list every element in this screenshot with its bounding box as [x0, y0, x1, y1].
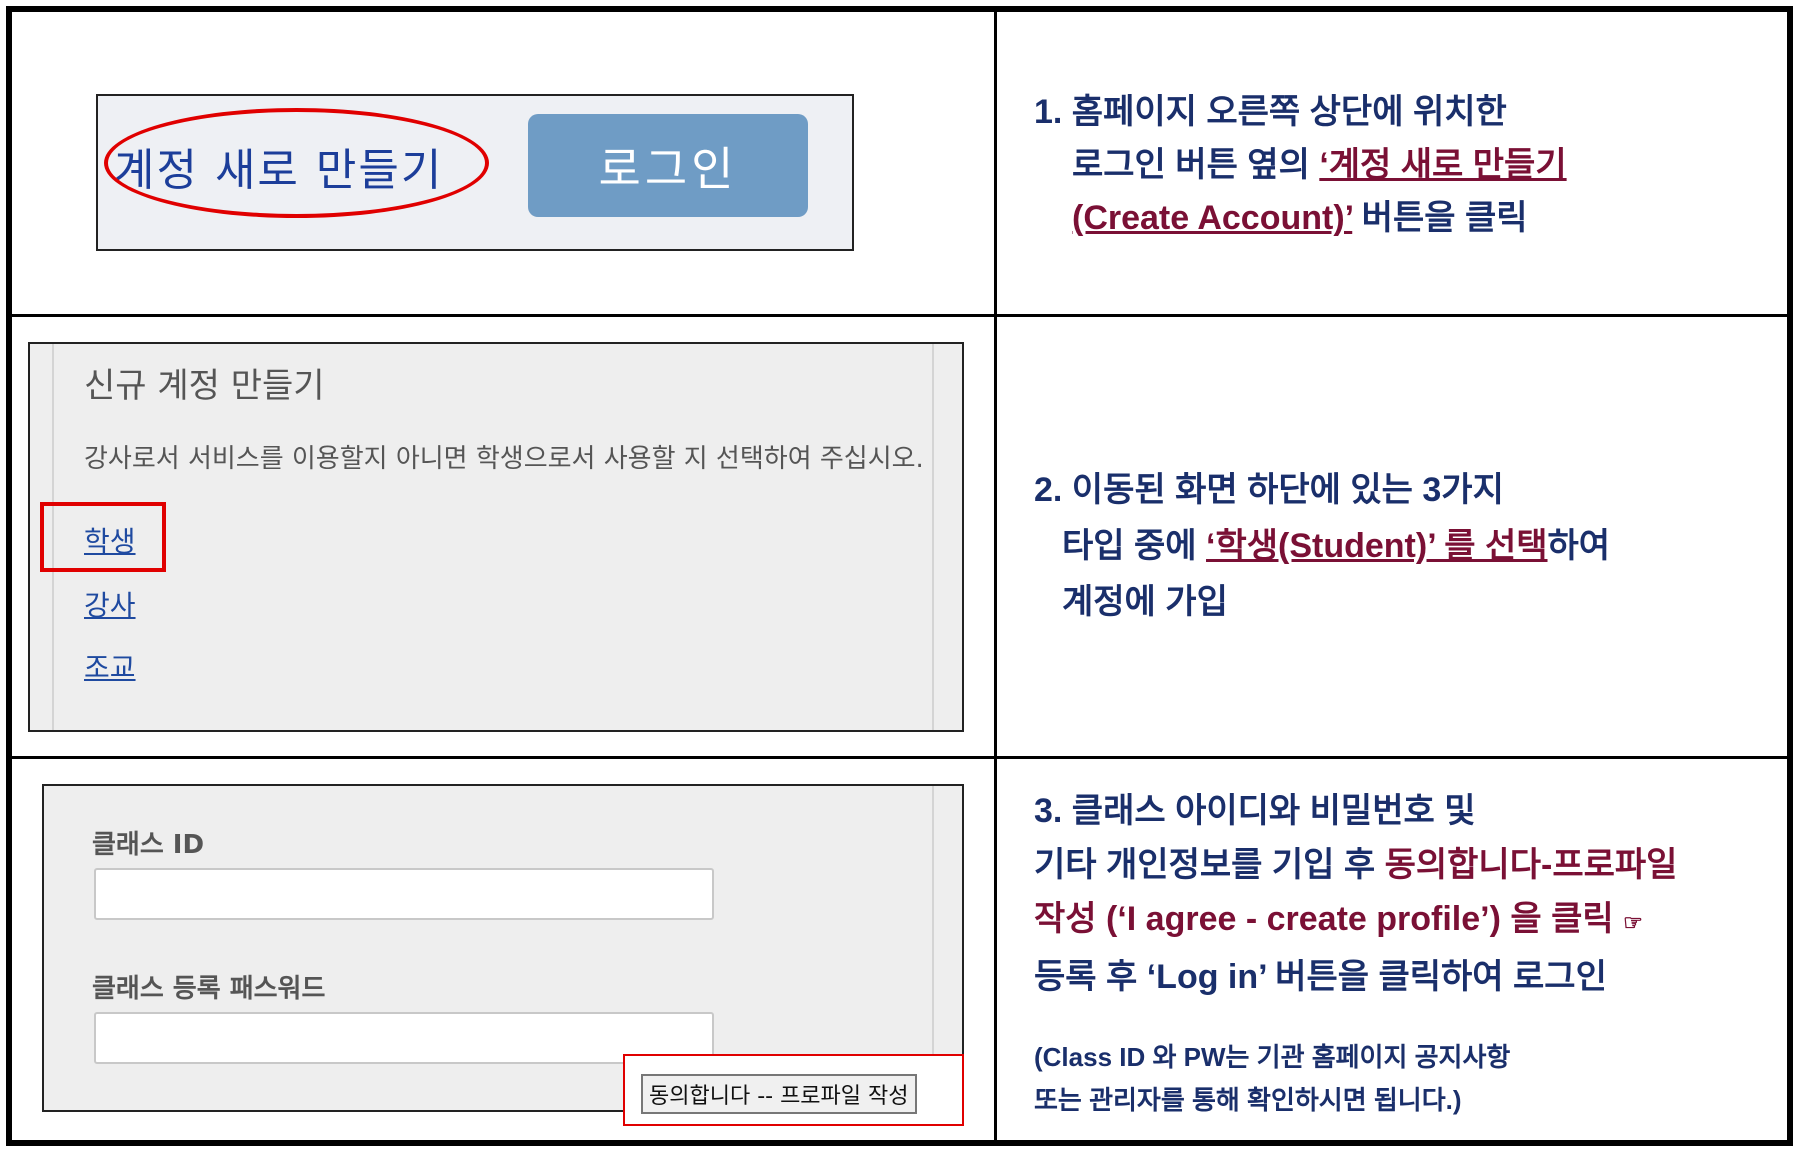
step2-line2-text-b: 하여 — [1547, 527, 1611, 565]
step1-line3-highlight: (Create Account)’ — [1072, 199, 1353, 237]
step3-note1: (Class ID 와 PW는 기관 홈페이지 공지사항 — [1034, 1042, 1511, 1072]
step1-line2: 로그인 버튼 옆의 ‘계정 새로 만들기 — [1034, 139, 1567, 192]
role-link-instructor[interactable]: 강사 — [84, 584, 136, 624]
login-button[interactable]: 로그인 — [528, 114, 808, 217]
step2-line2-text-a: 타입 중에 — [1062, 527, 1207, 565]
step1-line2-text: 로그인 버튼 옆의 — [1072, 146, 1320, 184]
role-description: 강사로서 서비스를 이용할지 아니면 학생으로서 사용할 지 선택하여 주십시오… — [84, 444, 924, 474]
step2-line2: 타입 중에 ‘학생(Student)’ 를 선택하여 — [1034, 518, 1610, 574]
pointing-hand-icon: ☞ — [1623, 910, 1643, 935]
row-divider-1 — [6, 314, 1793, 317]
step1-line2-highlight: ‘계정 새로 만들기 — [1319, 146, 1567, 184]
role-link-assistant[interactable]: 조교 — [84, 646, 136, 686]
class-id-input[interactable] — [94, 868, 714, 920]
step3-instruction: 3. 클래스 아이디와 비밀번호 및 기타 개인정보를 기입 후 동의합니다-프… — [1034, 784, 1677, 1120]
class-password-input[interactable] — [94, 1012, 714, 1064]
highlight-ellipse — [104, 108, 489, 218]
step3-line2-text: 기타 개인정보를 기입 후 — [1034, 846, 1385, 884]
class-password-label: 클래스 등록 패스워드 — [92, 974, 326, 1004]
role-selection-screenshot: 신규 계정 만들기 강사로서 서비스를 이용할지 아니면 학생으로서 사용할 지… — [28, 342, 964, 732]
step3-line3-highlight: 작성 (‘I agree - create profile’) 을 클릭 — [1034, 900, 1614, 938]
header-screenshot: 계정 새로 만들기 로그인 — [96, 94, 854, 251]
panel-right-border — [932, 344, 934, 730]
step2-line2-highlight: ‘학생(Student)’ 를 선택 — [1206, 527, 1548, 565]
class-id-label: 클래스 ID — [92, 830, 205, 860]
step2-line1: 2. 이동된 화면 하단에 있는 3가지 — [1034, 471, 1504, 509]
agree-highlight-box: 동의합니다 -- 프로파일 작성 — [623, 1054, 964, 1126]
agree-create-profile-button[interactable]: 동의합니다 -- 프로파일 작성 — [641, 1074, 917, 1114]
student-highlight-box — [40, 502, 166, 572]
step2-line3: 계정에 가입 — [1062, 583, 1228, 621]
step3-line4: 등록 후 ‘Log in’ 버튼을 클릭하여 로그인 — [1034, 958, 1607, 996]
step3-line2-highlight: 동의합니다-프로파일 — [1384, 846, 1678, 884]
step2-instruction: 2. 이동된 화면 하단에 있는 3가지 타입 중에 ‘학생(Student)’… — [1034, 462, 1610, 630]
column-divider — [994, 6, 997, 1146]
step3-line1: 3. 클래스 아이디와 비밀번호 및 — [1034, 792, 1476, 830]
step3-line2: 기타 개인정보를 기입 후 동의합니다-프로파일 — [1034, 838, 1677, 892]
step3-line3: 작성 (‘I agree - create profile’) 을 클릭 ☞ — [1034, 892, 1677, 950]
step1-line3-text: 버튼을 클릭 — [1352, 199, 1528, 237]
row-divider-2 — [6, 756, 1793, 759]
step1-instruction: 1. 홈페이지 오른쪽 상단에 위치한 로그인 버튼 옆의 ‘계정 새로 만들기… — [1034, 86, 1567, 245]
step3-note2: 또는 관리자를 통해 확인하시면 됩니다.) — [1034, 1085, 1462, 1115]
new-account-heading: 신규 계정 만들기 — [84, 366, 325, 406]
step1-line1: 1. 홈페이지 오른쪽 상단에 위치한 — [1034, 93, 1507, 131]
step1-line3: (Create Account)’ 버튼을 클릭 — [1034, 192, 1567, 245]
